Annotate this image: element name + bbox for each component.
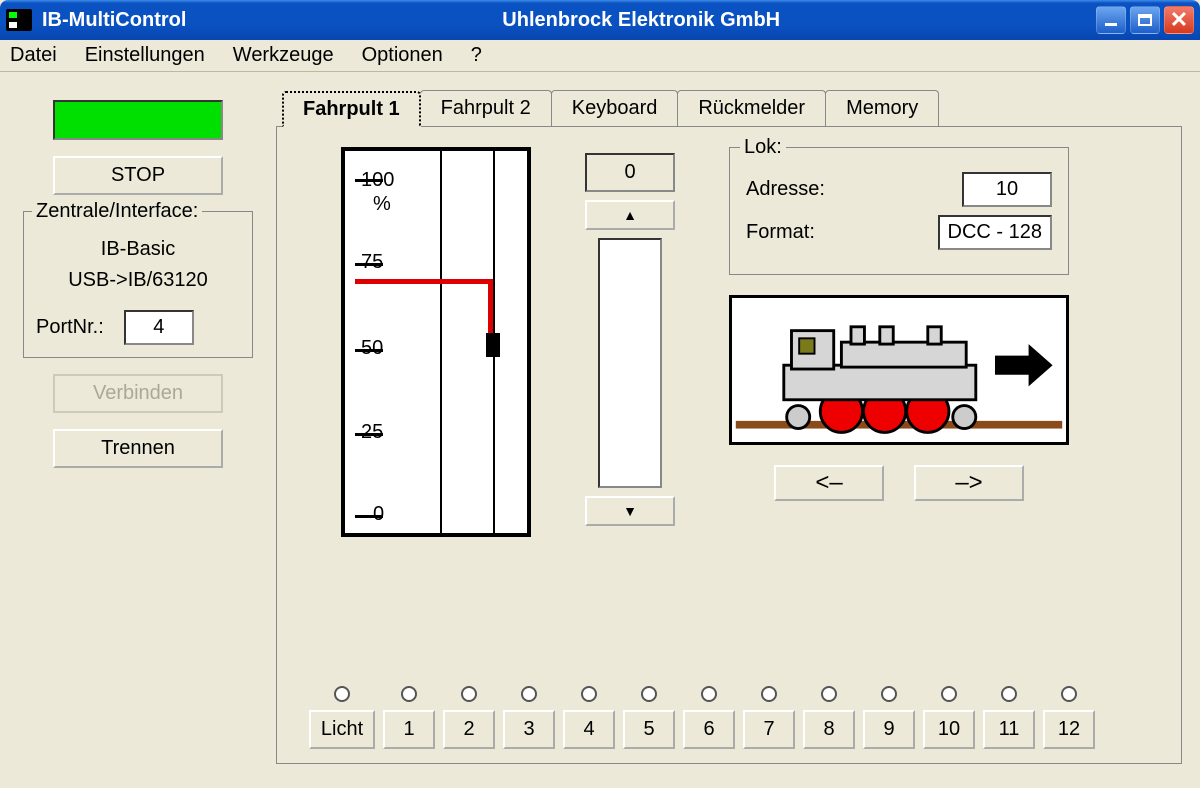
function-row: Licht 1 2 3 4 5 6 7 8 9 10 11 12 [301, 686, 1161, 749]
fn-radio-6[interactable] [701, 686, 717, 702]
interface-legend: Zentrale/Interface: [32, 200, 202, 223]
close-button[interactable]: ✕ [1164, 6, 1194, 34]
fn-3-button[interactable]: 3 [503, 710, 555, 749]
spinner-value[interactable]: 0 [585, 153, 675, 192]
speed-gauge[interactable]: 100 % 75 50 25 0 [341, 147, 531, 537]
fn-radio-2[interactable] [461, 686, 477, 702]
tab-fahrpult1[interactable]: Fahrpult 1 [282, 91, 421, 127]
left-panel: STOP Zentrale/Interface: IB-Basic USB->I… [18, 90, 258, 764]
gauge-needle [355, 279, 489, 284]
connect-button: Verbinden [53, 374, 223, 413]
spinner-down-button[interactable]: ▼ [585, 496, 675, 526]
spinner-track[interactable] [598, 238, 662, 488]
menubar: Datei Einstellungen Werkzeuge Optionen ? [0, 40, 1200, 72]
locomotive-image [729, 295, 1069, 445]
fn-8-button[interactable]: 8 [803, 710, 855, 749]
fn-radio-7[interactable] [761, 686, 777, 702]
fn-5-button[interactable]: 5 [623, 710, 675, 749]
device-name: IB-Basic [36, 238, 240, 261]
fn-1-button[interactable]: 1 [383, 710, 435, 749]
fn-6-button[interactable]: 6 [683, 710, 735, 749]
fn-radio-11[interactable] [1001, 686, 1017, 702]
fn-radio-12[interactable] [1061, 686, 1077, 702]
format-label: Format: [746, 221, 815, 244]
address-input[interactable]: 10 [962, 172, 1052, 207]
format-value: DCC - 128 [938, 215, 1052, 250]
fn-11-button[interactable]: 11 [983, 710, 1035, 749]
company-name: Uhlenbrock Elektronik GmbH [186, 9, 1096, 32]
tab-fahrpult2[interactable]: Fahrpult 2 [420, 90, 552, 126]
fn-10-button[interactable]: 10 [923, 710, 975, 749]
fn-2-button[interactable]: 2 [443, 710, 495, 749]
up-icon: ▲ [623, 207, 637, 223]
fn-licht-button[interactable]: Licht [309, 710, 375, 749]
maximize-button[interactable] [1130, 6, 1160, 34]
fn-4-button[interactable]: 4 [563, 710, 615, 749]
lok-group: Lok: Adresse: 10 Format: DCC - 128 [729, 147, 1069, 275]
fn-radio-4[interactable] [581, 686, 597, 702]
fn-radio-1[interactable] [401, 686, 417, 702]
fn-12-button[interactable]: 12 [1043, 710, 1095, 749]
connection-name: USB->IB/63120 [36, 269, 240, 292]
interface-group: Zentrale/Interface: IB-Basic USB->IB/631… [23, 211, 253, 358]
minimize-button[interactable] [1096, 6, 1126, 34]
stop-button[interactable]: STOP [53, 156, 223, 195]
gauge-pct: % [373, 193, 391, 216]
lok-legend: Lok: [740, 136, 786, 159]
fn-radio-licht[interactable] [334, 686, 350, 702]
direction-right-button[interactable]: –> [914, 465, 1024, 501]
tab-rueckmelder[interactable]: Rückmelder [677, 90, 826, 126]
direction-left-button[interactable]: <– [774, 465, 884, 501]
fn-radio-5[interactable] [641, 686, 657, 702]
menu-optionen[interactable]: Optionen [362, 44, 443, 67]
port-input[interactable]: 4 [124, 310, 194, 345]
menu-einstellungen[interactable]: Einstellungen [85, 44, 205, 67]
app-icon [6, 9, 32, 31]
fn-radio-8[interactable] [821, 686, 837, 702]
app-title: IB-MultiControl [42, 9, 186, 32]
menu-help[interactable]: ? [471, 44, 482, 67]
tab-body: 100 % 75 50 25 0 0 [276, 126, 1182, 764]
disconnect-button[interactable]: Trennen [53, 429, 223, 468]
port-label: PortNr.: [36, 316, 104, 339]
gauge-handle[interactable] [486, 333, 500, 357]
fn-radio-9[interactable] [881, 686, 897, 702]
menu-datei[interactable]: Datei [10, 44, 57, 67]
fn-radio-3[interactable] [521, 686, 537, 702]
address-label: Adresse: [746, 178, 825, 201]
fn-7-button[interactable]: 7 [743, 710, 795, 749]
tab-row: Fahrpult 1 Fahrpult 2 Keyboard Rückmelde… [276, 90, 1182, 126]
fn-9-button[interactable]: 9 [863, 710, 915, 749]
down-icon: ▼ [623, 503, 637, 519]
tab-area: Fahrpult 1 Fahrpult 2 Keyboard Rückmelde… [276, 90, 1182, 764]
menu-werkzeuge[interactable]: Werkzeuge [233, 44, 334, 67]
speed-spinner: 0 ▲ ▼ [585, 147, 675, 676]
spinner-up-button[interactable]: ▲ [585, 200, 675, 230]
fn-radio-10[interactable] [941, 686, 957, 702]
tab-keyboard[interactable]: Keyboard [551, 90, 679, 126]
titlebar: IB-MultiControl Uhlenbrock Elektronik Gm… [0, 0, 1200, 40]
tab-memory[interactable]: Memory [825, 90, 939, 126]
status-indicator [53, 100, 223, 140]
